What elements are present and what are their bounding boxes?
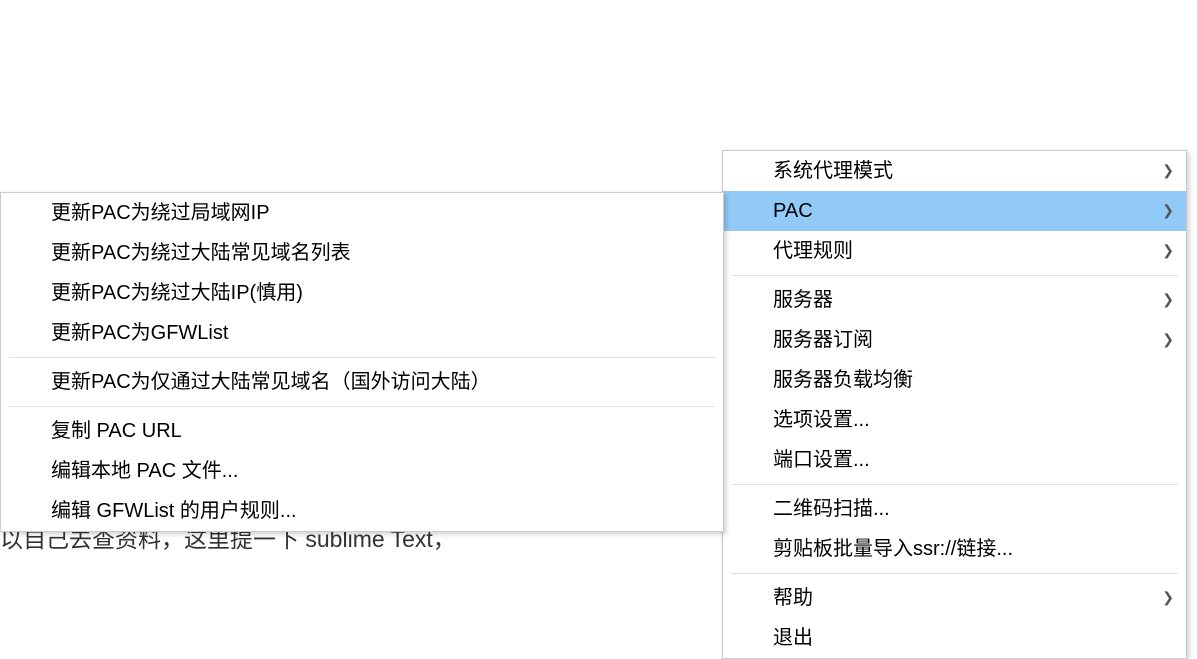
menu-item-exit[interactable]: 退出 [723,618,1186,658]
menu-item-help[interactable]: 帮助 ❯ [723,578,1186,618]
menu-item-copy-pac-url[interactable]: 复制 PAC URL [1,411,723,451]
menu-label: 服务器订阅 [773,326,873,354]
menu-item-update-pac-bypass-lan[interactable]: 更新PAC为绕过局域网IP [1,193,723,233]
menu-item-proxy-rules[interactable]: 代理规则 ❯ [723,231,1186,271]
menu-label: 更新PAC为绕过大陆IP(慎用) [51,279,303,307]
menu-separator [9,406,715,407]
main-context-menu: 系统代理模式 ❯ PAC ❯ 代理规则 ❯ 服务器 ❯ 服务器订阅 ❯ 服务器负… [722,150,1187,659]
pac-submenu: 更新PAC为绕过局域网IP 更新PAC为绕过大陆常见域名列表 更新PAC为绕过大… [0,192,724,532]
chevron-right-icon: ❯ [1162,161,1174,181]
menu-separator [9,357,715,358]
menu-item-system-proxy-mode[interactable]: 系统代理模式 ❯ [723,151,1186,191]
menu-separator [731,275,1178,276]
menu-item-servers[interactable]: 服务器 ❯ [723,280,1186,320]
menu-item-update-pac-only-cn[interactable]: 更新PAC为仅通过大陆常见域名（国外访问大陆） [1,362,723,402]
menu-label: 编辑 GFWList 的用户规则... [51,497,297,525]
menu-item-edit-local-pac[interactable]: 编辑本地 PAC 文件... [1,451,723,491]
menu-label: 编辑本地 PAC 文件... [51,457,238,485]
menu-separator [731,573,1178,574]
chevron-right-icon: ❯ [1162,290,1174,310]
menu-item-edit-gfwlist-user-rules[interactable]: 编辑 GFWList 的用户规则... [1,491,723,531]
menu-item-update-pac-bypass-cn-domains[interactable]: 更新PAC为绕过大陆常见域名列表 [1,233,723,273]
menu-item-qr-scan[interactable]: 二维码扫描... [723,489,1186,529]
menu-item-pac[interactable]: PAC ❯ [723,191,1186,231]
menu-label: 系统代理模式 [773,157,893,185]
menu-label: 端口设置... [773,446,870,474]
menu-label: 剪贴板批量导入ssr://链接... [773,535,1013,563]
menu-label: 更新PAC为绕过局域网IP [51,199,270,227]
chevron-right-icon: ❯ [1162,241,1174,261]
menu-item-update-pac-bypass-cn-ip[interactable]: 更新PAC为绕过大陆IP(慎用) [1,273,723,313]
chevron-right-icon: ❯ [1162,201,1174,221]
chevron-right-icon: ❯ [1162,588,1174,608]
menu-label: 选项设置... [773,406,870,434]
menu-item-server-load-balance[interactable]: 服务器负载均衡 [723,360,1186,400]
menu-label: 退出 [773,624,813,652]
menu-label: PAC [773,197,813,225]
menu-item-clipboard-import[interactable]: 剪贴板批量导入ssr://链接... [723,529,1186,569]
menu-label: 帮助 [773,584,813,612]
menu-label: 更新PAC为仅通过大陆常见域名（国外访问大陆） [51,368,491,396]
menu-label: 服务器 [773,286,833,314]
menu-label: 更新PAC为GFWList [51,319,228,347]
menu-label: 二维码扫描... [773,495,890,523]
menu-item-port-settings[interactable]: 端口设置... [723,440,1186,480]
menu-item-update-pac-gfwlist[interactable]: 更新PAC为GFWList [1,313,723,353]
menu-label: 更新PAC为绕过大陆常见域名列表 [51,239,351,267]
chevron-right-icon: ❯ [1162,330,1174,350]
menu-label: 服务器负载均衡 [773,366,913,394]
menu-item-options[interactable]: 选项设置... [723,400,1186,440]
menu-label: 复制 PAC URL [51,417,182,445]
menu-label: 代理规则 [773,237,853,265]
menu-item-server-subscription[interactable]: 服务器订阅 ❯ [723,320,1186,360]
menu-separator [731,484,1178,485]
